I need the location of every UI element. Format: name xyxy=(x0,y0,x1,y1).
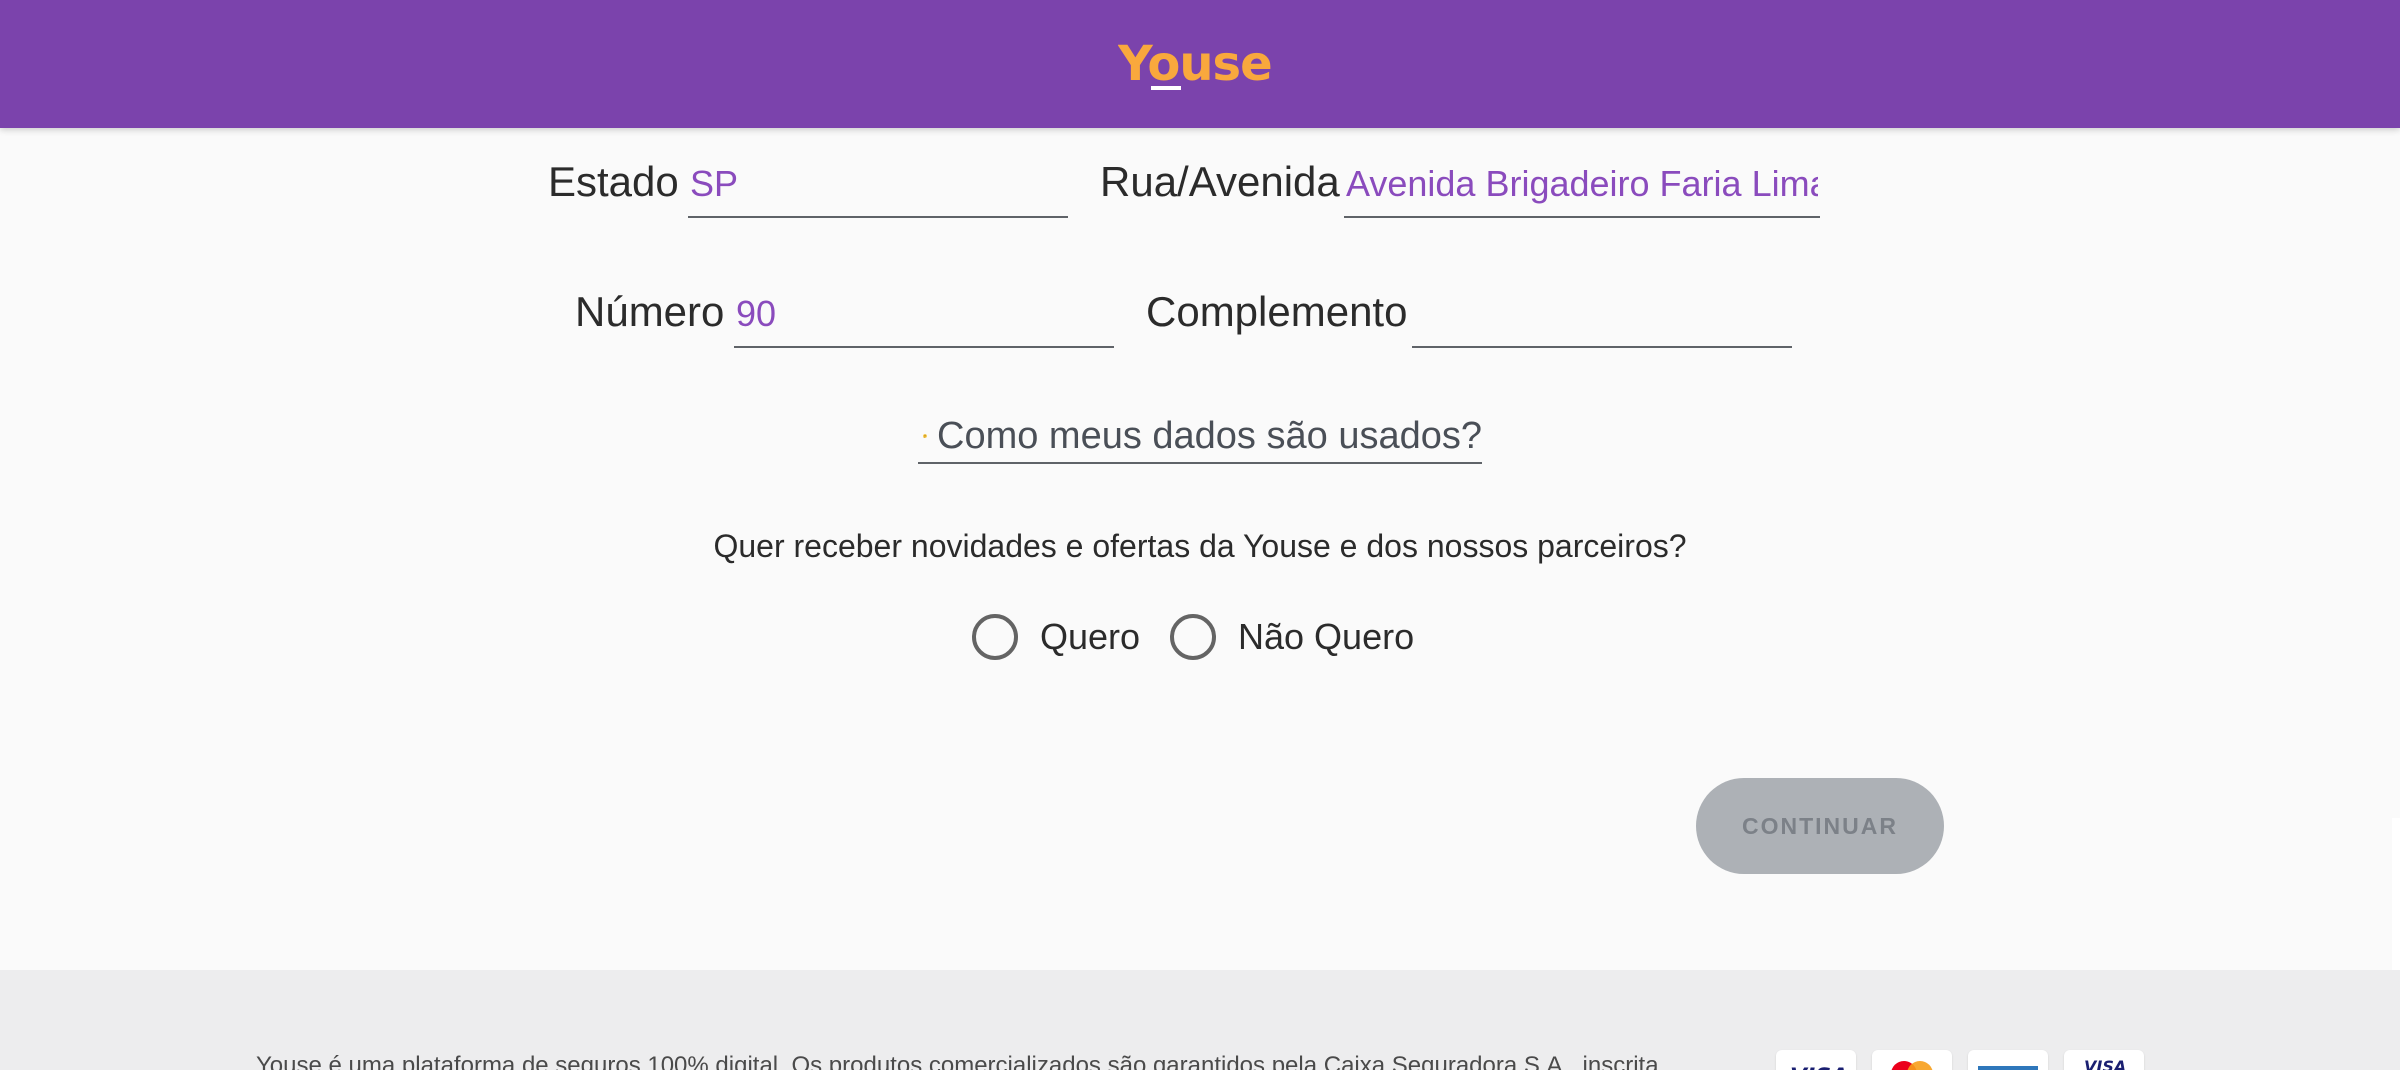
logo-underline xyxy=(1151,86,1181,90)
radio-nao-quero[interactable]: Não Quero xyxy=(1170,612,1414,662)
visa-card-icon: VISA xyxy=(1776,1050,1856,1070)
numero-input[interactable] xyxy=(734,282,1114,348)
footer: Youse é uma plataforma de seguros 100% d… xyxy=(0,970,2400,1070)
radio-nao-quero-label[interactable]: Não Quero xyxy=(1238,616,1414,658)
visa-electron-card-icon: VISAElectron xyxy=(2064,1050,2144,1070)
complemento-input[interactable] xyxy=(1412,282,1792,348)
continue-button[interactable]: CONTINUAR xyxy=(1696,778,1944,874)
data-usage-link[interactable]: Como meus dados são usados? xyxy=(918,410,1482,464)
mastercard-icon xyxy=(1872,1050,1952,1070)
radio-quero[interactable]: Quero xyxy=(972,612,1140,662)
amex-card-icon: AMEX xyxy=(1968,1050,2048,1070)
rua-input[interactable] xyxy=(1344,152,1820,218)
estado-label: Estado xyxy=(548,158,679,205)
data-usage-link-text: Como meus dados são usados? xyxy=(937,414,1482,457)
marketing-question: Quer receber novidades e ofertas da Yous… xyxy=(713,528,1687,564)
rua-label: Rua/Avenida xyxy=(1100,158,1340,205)
radio-quero-circle[interactable] xyxy=(972,614,1018,660)
svg-text:VISA: VISA xyxy=(1790,1065,1848,1070)
radio-quero-label[interactable]: Quero xyxy=(1040,616,1140,658)
complemento-label: Complemento xyxy=(1146,288,1408,335)
radio-nao-quero-circle[interactable] xyxy=(1170,614,1216,660)
estado-input[interactable] xyxy=(688,152,1068,218)
youse-logo[interactable]: Youse xyxy=(1118,36,1286,92)
logo-wordmark: Youse xyxy=(1118,36,1272,92)
footer-disclaimer: Youse é uma plataforma de seguros 100% d… xyxy=(256,1052,1659,1070)
scrollbar-thumb[interactable] xyxy=(2392,818,2400,970)
numero-label: Número xyxy=(575,288,725,335)
svg-text:VISA: VISA xyxy=(2084,1057,2126,1070)
top-header: Youse xyxy=(0,0,2400,128)
thinking-face-icon xyxy=(923,434,927,438)
